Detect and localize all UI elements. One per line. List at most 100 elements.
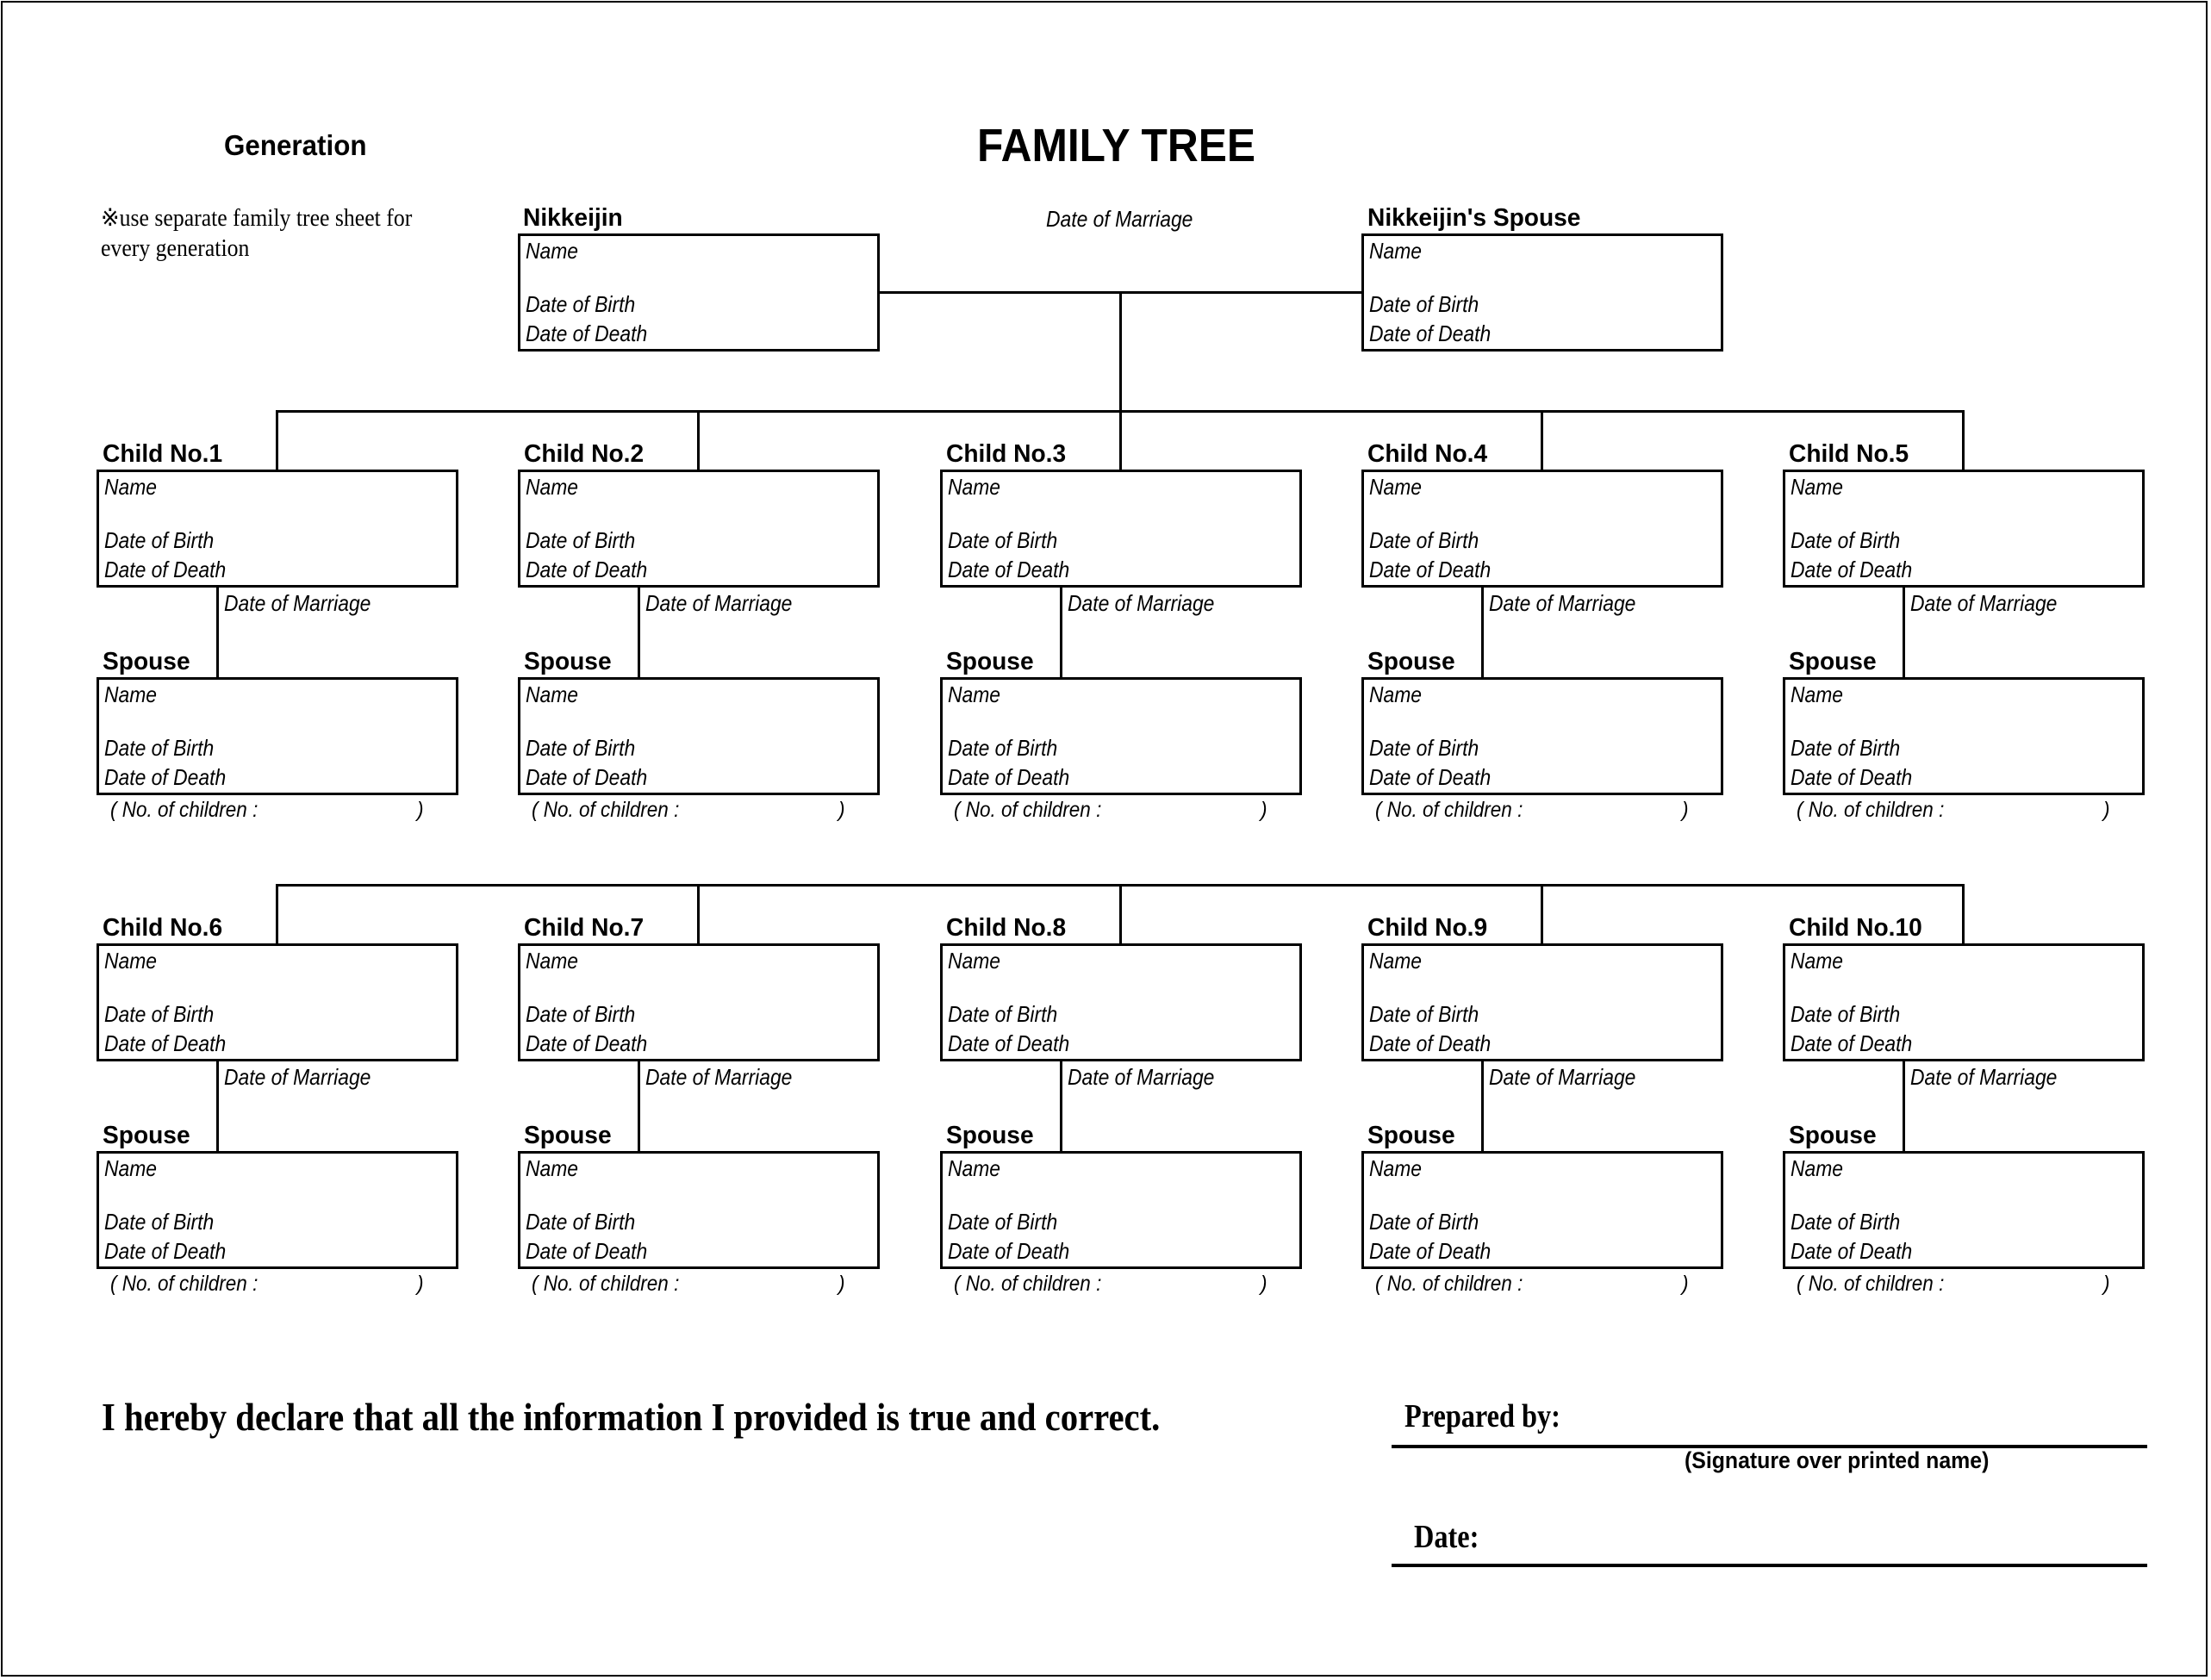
child-1-no-of-children-label: ( No. of children :: [110, 798, 258, 822]
child-2-spouse-box[interactable]: Name Date of Birth Date of Death: [518, 677, 880, 795]
name-field-label: Name: [526, 1155, 579, 1181]
child-10-box[interactable]: Name Date of Birth Date of Death: [1783, 943, 2145, 1061]
date-of-birth-field-label: Date of Birth: [1791, 1209, 1901, 1235]
date-of-birth-field-label: Date of Birth: [1369, 1209, 1479, 1235]
declaration-text: I hereby declare that all the informatio…: [102, 1395, 1161, 1439]
child-3-branch-drop: [1119, 410, 1122, 470]
child-8-no-of-children-label: ( No. of children :: [954, 1272, 1102, 1296]
date-of-birth-field-label: Date of Birth: [104, 1209, 215, 1235]
child-6-date-of-marriage-label: Date of Marriage: [224, 1064, 371, 1090]
child-2-box[interactable]: Name Date of Birth Date of Death: [518, 470, 880, 588]
child-10-no-of-children-label: ( No. of children :: [1797, 1272, 1945, 1296]
date-of-birth-field-label: Date of Birth: [1791, 1001, 1901, 1027]
child-10-date-of-marriage-label: Date of Marriage: [1910, 1064, 2058, 1090]
child-9-box[interactable]: Name Date of Birth Date of Death: [1361, 943, 1723, 1061]
child-2-date-of-marriage-label: Date of Marriage: [645, 590, 793, 616]
child-6-box[interactable]: Name Date of Birth Date of Death: [97, 943, 458, 1061]
child-5-spouse-label: Spouse: [1789, 648, 1877, 675]
name-field-label: Name: [104, 1155, 158, 1181]
child-9-no-of-children-close: ): [1682, 1272, 1689, 1296]
name-field-label: Name: [1369, 1155, 1423, 1181]
parents-date-of-marriage-label: Date of Marriage: [1046, 206, 1193, 232]
child-3-box[interactable]: Name Date of Birth Date of Death: [940, 470, 1302, 588]
date-of-birth-field-label: Date of Birth: [526, 735, 636, 761]
child-1-date-of-marriage-label: Date of Marriage: [224, 590, 371, 616]
date-of-birth-field-label: Date of Birth: [1369, 1001, 1479, 1027]
child-1-spouse-label: Spouse: [103, 648, 190, 675]
name-field-label: Name: [1369, 474, 1423, 500]
child-7-no-of-children-close: ): [838, 1272, 845, 1296]
child-5-spouse-box[interactable]: Name Date of Birth Date of Death: [1783, 677, 2145, 795]
child-3-spouse-box[interactable]: Name Date of Birth Date of Death: [940, 677, 1302, 795]
child-9-label: Child No.9: [1367, 914, 1488, 942]
child-6-label: Child No.6: [103, 914, 223, 942]
child-7-no-of-children-label: ( No. of children :: [532, 1272, 680, 1296]
nikkeijin-label: Nikkeijin: [523, 204, 623, 232]
child-2-marriage-connector: [638, 587, 640, 678]
name-field-label: Name: [526, 238, 579, 264]
date-of-birth-field-label: Date of Birth: [104, 735, 215, 761]
child-1-spouse-box[interactable]: Name Date of Birth Date of Death: [97, 677, 458, 795]
child-9-spouse-box[interactable]: Name Date of Birth Date of Death: [1361, 1151, 1723, 1269]
date-of-birth-field-label: Date of Birth: [948, 1209, 1058, 1235]
child-2-no-of-children-label: ( No. of children :: [532, 798, 680, 822]
child-6-spouse-label: Spouse: [103, 1122, 190, 1149]
date-of-birth-field-label: Date of Birth: [948, 527, 1058, 553]
child-10-label: Child No.10: [1789, 914, 1922, 942]
child-4-spouse-box[interactable]: Name Date of Birth Date of Death: [1361, 677, 1723, 795]
date-of-death-field-label: Date of Death: [1369, 320, 1492, 346]
child-5-box[interactable]: Name Date of Birth Date of Death: [1783, 470, 2145, 588]
child-6-no-of-children-label: ( No. of children :: [110, 1272, 258, 1296]
nikkeijin-box[interactable]: Name Date of Birth Date of Death: [518, 233, 880, 352]
signature-caption: (Signature over printed name): [1685, 1447, 1990, 1473]
name-field-label: Name: [526, 948, 579, 974]
child-4-spouse-label: Spouse: [1367, 648, 1455, 675]
child-9-no-of-children-label: ( No. of children :: [1375, 1272, 1523, 1296]
child-5-date-of-marriage-label: Date of Marriage: [1910, 590, 2058, 616]
child-10-branch-drop: [1962, 884, 1965, 943]
child-5-marriage-connector: [1903, 587, 1905, 678]
name-field-label: Name: [104, 948, 158, 974]
child-8-label: Child No.8: [946, 914, 1067, 942]
date-of-death-field-label: Date of Death: [948, 557, 1070, 582]
child-8-spouse-box[interactable]: Name Date of Birth Date of Death: [940, 1151, 1302, 1269]
child-10-marriage-connector: [1903, 1061, 1905, 1152]
nikkeijin-spouse-box[interactable]: Name Date of Birth Date of Death: [1361, 233, 1723, 352]
child-6-spouse-box[interactable]: Name Date of Birth Date of Death: [97, 1151, 458, 1269]
generation-note-line-2: every generation: [101, 235, 250, 262]
date-of-death-field-label: Date of Death: [104, 1030, 227, 1056]
child-2-spouse-label: Spouse: [524, 648, 612, 675]
child-7-marriage-connector: [638, 1061, 640, 1152]
name-field-label: Name: [1791, 474, 1844, 500]
date-of-birth-field-label: Date of Birth: [526, 527, 636, 553]
page-title: FAMILY TREE: [977, 120, 1256, 171]
name-field-label: Name: [1791, 681, 1844, 707]
child-5-label: Child No.5: [1789, 440, 1909, 468]
child-10-spouse-box[interactable]: Name Date of Birth Date of Death: [1783, 1151, 2145, 1269]
name-field-label: Name: [104, 681, 158, 707]
child-1-marriage-connector: [216, 587, 219, 678]
child-4-box[interactable]: Name Date of Birth Date of Death: [1361, 470, 1723, 588]
child-8-no-of-children-close: ): [1261, 1272, 1267, 1296]
child-3-no-of-children-label: ( No. of children :: [954, 798, 1102, 822]
child-7-label: Child No.7: [524, 914, 645, 942]
name-field-label: Name: [1369, 948, 1423, 974]
date-line[interactable]: [1392, 1564, 2147, 1567]
child-10-spouse-label: Spouse: [1789, 1122, 1877, 1149]
date-of-death-field-label: Date of Death: [104, 557, 227, 582]
child-7-spouse-box[interactable]: Name Date of Birth Date of Death: [518, 1151, 880, 1269]
child-1-box[interactable]: Name Date of Birth Date of Death: [97, 470, 458, 588]
child-5-no-of-children-label: ( No. of children :: [1797, 798, 1945, 822]
date-of-birth-field-label: Date of Birth: [948, 1001, 1058, 1027]
prepared-by-label: Prepared by:: [1404, 1398, 1560, 1434]
date-of-death-field-label: Date of Death: [1369, 557, 1492, 582]
child-4-branch-drop: [1541, 410, 1543, 470]
date-of-death-field-label: Date of Death: [1791, 557, 1913, 582]
name-field-label: Name: [948, 948, 1001, 974]
child-8-box[interactable]: Name Date of Birth Date of Death: [940, 943, 1302, 1061]
name-field-label: Name: [948, 681, 1001, 707]
child-7-box[interactable]: Name Date of Birth Date of Death: [518, 943, 880, 1061]
date-of-death-field-label: Date of Death: [104, 764, 227, 790]
generation-note: ※use separate family tree sheet for ever…: [101, 203, 412, 264]
generation-note-line-1: ※use separate family tree sheet for: [101, 205, 413, 232]
